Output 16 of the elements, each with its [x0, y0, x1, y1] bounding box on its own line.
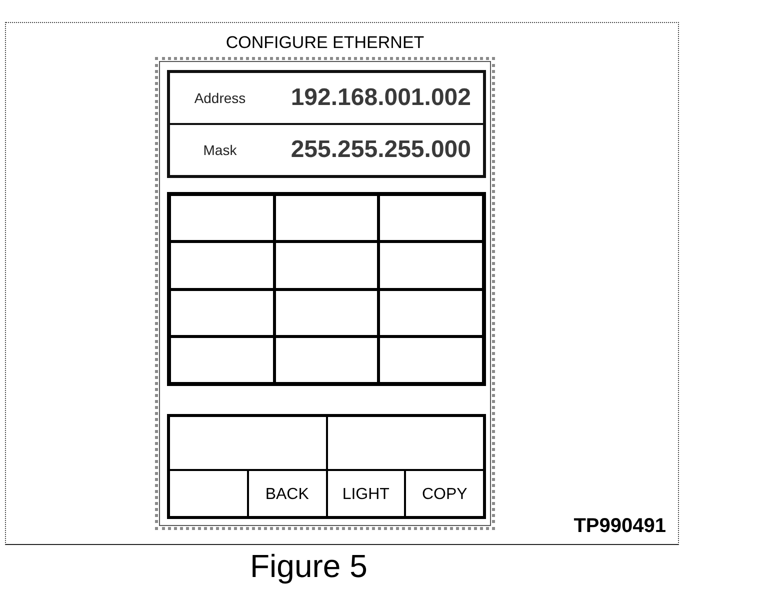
softkey-button[interactable]: BACK	[248, 471, 326, 516]
keypad-key[interactable]	[276, 196, 378, 240]
keypad-key[interactable]	[276, 338, 378, 382]
softkey-button[interactable]: COPY	[406, 471, 483, 516]
blank-key[interactable]	[328, 417, 483, 469]
field-label: Mask	[202, 142, 238, 158]
blank-key[interactable]	[170, 417, 326, 469]
figure-caption: Figure 5	[250, 547, 368, 585]
field-value: 255.255.255.000	[290, 136, 471, 164]
field-value: 192.168.001.002	[290, 84, 471, 112]
blank-key[interactable]	[170, 471, 247, 516]
softkey-button[interactable]: LIGHT	[328, 471, 404, 516]
screen-title: CONFIGURE ETHERNET	[226, 32, 424, 54]
figure-code: TP990491	[574, 515, 666, 537]
field-label: Address	[193, 90, 247, 106]
keypad-key[interactable]	[276, 290, 378, 335]
